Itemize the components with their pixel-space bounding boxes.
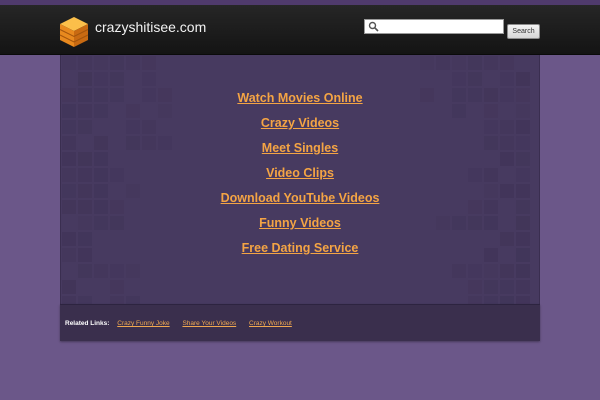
main-link-watch-movies-online[interactable]: Watch Movies Online: [61, 89, 539, 114]
related-links-label: Related Links:: [65, 320, 110, 327]
related-link-crazy-workout[interactable]: Crazy Workout: [249, 320, 292, 327]
search-icon: [368, 21, 379, 32]
main-panel: Watch Movies Online Crazy Videos Meet Si…: [60, 55, 540, 304]
orange-stacked-boxes-icon[interactable]: [59, 16, 89, 48]
site-name[interactable]: crazyshitisee.com: [95, 19, 206, 35]
search-input[interactable]: [381, 20, 503, 33]
main-link-meet-singles[interactable]: Meet Singles: [61, 139, 539, 164]
main-links: Watch Movies Online Crazy Videos Meet Si…: [61, 89, 539, 264]
search-box[interactable]: [364, 19, 504, 34]
main-link-free-dating-service[interactable]: Free Dating Service: [61, 239, 539, 264]
main-link-video-clips[interactable]: Video Clips: [61, 164, 539, 189]
related-link-crazy-funny-joke[interactable]: Crazy Funny Joke: [117, 320, 169, 327]
search-button[interactable]: Search: [507, 24, 540, 39]
related-links-bar: Related Links: Crazy Funny Joke Share Yo…: [60, 304, 540, 341]
main-link-crazy-videos[interactable]: Crazy Videos: [61, 114, 539, 139]
related-link-share-your-videos[interactable]: Share Your Videos: [182, 320, 236, 327]
main-link-funny-videos[interactable]: Funny Videos: [61, 214, 539, 239]
main-link-download-youtube-videos[interactable]: Download YouTube Videos: [61, 189, 539, 214]
